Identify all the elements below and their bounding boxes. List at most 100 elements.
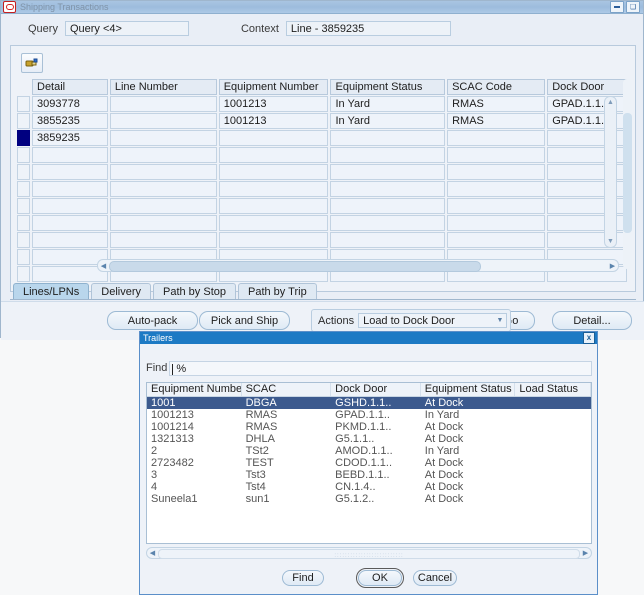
row-selector[interactable] xyxy=(17,249,30,265)
table-cell[interactable]: In Yard xyxy=(330,113,446,129)
row-selector[interactable] xyxy=(17,181,30,197)
tab-delivery[interactable]: Delivery xyxy=(91,283,151,300)
list-item[interactable]: 1001213 RMAS GPAD.1.1.. In Yard xyxy=(147,409,591,421)
row-selector[interactable] xyxy=(17,198,30,214)
dialog-scroll-left-icon[interactable]: ◀ xyxy=(147,548,158,558)
table-cell[interactable] xyxy=(32,198,108,214)
list-item[interactable]: 1321313 DHLA G5.1.1.. At Dock xyxy=(147,433,591,445)
scroll-down-icon[interactable]: ▼ xyxy=(605,236,616,247)
panel-scroll-thumb[interactable] xyxy=(623,113,632,233)
table-cell[interactable] xyxy=(218,164,329,180)
table-cell[interactable] xyxy=(109,164,217,180)
table-row[interactable] xyxy=(17,232,629,248)
tab-path-by-trip[interactable]: Path by Trip xyxy=(238,283,317,300)
table-cell[interactable] xyxy=(447,164,546,180)
row-selector[interactable] xyxy=(17,266,30,282)
list-item[interactable]: 1001 DBGA GSHD.1.1.. At Dock xyxy=(147,397,591,409)
table-cell[interactable]: 3855235 xyxy=(32,113,108,129)
row-selector[interactable] xyxy=(17,215,30,231)
table-cell[interactable] xyxy=(109,96,217,112)
list-item[interactable]: 2 TSt2 AMOD.1.1.. In Yard xyxy=(147,445,591,457)
list-item[interactable]: 4 Tst4 CN.1.4.. At Dock xyxy=(147,481,591,493)
table-cell[interactable] xyxy=(330,181,446,197)
row-selector[interactable] xyxy=(17,164,30,180)
trailers-list[interactable]: Equipment Number SCAC Dock Door Equipment S… xyxy=(146,382,592,544)
table-cell[interactable] xyxy=(447,147,546,163)
grid-column-header[interactable]: SCAC Code xyxy=(447,79,546,95)
find-input[interactable]: % xyxy=(169,360,592,376)
dialog-ok-button[interactable]: OK xyxy=(358,570,402,586)
table-cell[interactable] xyxy=(218,130,329,146)
grid-column-header[interactable]: Dock Door xyxy=(547,79,627,95)
table-cell[interactable]: RMAS xyxy=(447,96,546,112)
list-item[interactable]: Suneela1 sun1 G5.1.2.. At Dock xyxy=(147,493,591,505)
table-cell[interactable] xyxy=(218,232,329,248)
row-selector[interactable] xyxy=(17,232,30,248)
table-cell[interactable] xyxy=(330,232,446,248)
minimize-button[interactable] xyxy=(610,1,624,13)
table-cell[interactable] xyxy=(32,215,108,231)
trailers-column-header[interactable]: Dock Door xyxy=(331,383,421,396)
query-field[interactable]: Query <4> xyxy=(64,21,189,36)
table-cell[interactable] xyxy=(218,215,329,231)
trailers-column-header[interactable]: Equipment Status xyxy=(421,383,516,396)
grid-hscroll-thumb[interactable] xyxy=(109,261,481,272)
table-cell[interactable] xyxy=(109,198,217,214)
table-cell[interactable]: In Yard xyxy=(330,96,446,112)
table-row[interactable]: 3093778 1001213 In Yard RMAS GPAD.1.1.. xyxy=(17,96,629,112)
tab-path-by-stop[interactable]: Path by Stop xyxy=(153,283,236,300)
table-cell[interactable] xyxy=(330,164,446,180)
table-cell[interactable]: 1001213 xyxy=(218,96,329,112)
trailers-column-header[interactable]: Equipment Number xyxy=(147,383,242,396)
table-cell[interactable] xyxy=(32,147,108,163)
table-cell[interactable] xyxy=(447,215,546,231)
table-row[interactable] xyxy=(17,181,629,197)
scroll-left-icon[interactable]: ◀ xyxy=(98,260,109,271)
grid-column-header[interactable]: Equipment Number xyxy=(218,79,329,95)
dialog-find-button[interactable]: Find xyxy=(282,570,324,586)
grid-horizontal-scrollbar[interactable]: ◀ ▶ xyxy=(97,259,619,272)
table-cell[interactable] xyxy=(330,215,446,231)
dialog-horizontal-scrollbar[interactable]: ◀ :::::::::::::::::::::::::: ▶ xyxy=(146,547,592,559)
auto-pack-button[interactable]: Auto-pack xyxy=(107,311,198,330)
scroll-up-icon[interactable]: ▲ xyxy=(605,97,616,108)
table-cell[interactable] xyxy=(330,130,446,146)
table-cell[interactable] xyxy=(109,232,217,248)
flashlight-icon[interactable] xyxy=(21,53,43,73)
table-cell[interactable] xyxy=(109,215,217,231)
table-row[interactable] xyxy=(17,147,629,163)
actions-dropdown[interactable]: Load to Dock Door ▼ xyxy=(358,313,507,328)
list-item[interactable]: 1001214 RMAS PKMD.1.1.. At Dock xyxy=(147,421,591,433)
table-cell[interactable] xyxy=(32,232,108,248)
table-cell[interactable]: 3859235 xyxy=(32,130,108,146)
dialog-scroll-right-icon[interactable]: ▶ xyxy=(580,548,591,558)
table-row[interactable] xyxy=(17,164,629,180)
table-cell[interactable] xyxy=(447,181,546,197)
table-cell[interactable] xyxy=(109,181,217,197)
table-row[interactable]: 3859235 xyxy=(17,130,629,146)
table-row[interactable] xyxy=(17,198,629,214)
table-cell[interactable] xyxy=(109,147,217,163)
table-row[interactable] xyxy=(17,215,629,231)
grid-column-header[interactable]: Detail xyxy=(32,79,108,95)
grid-column-header[interactable]: Line Number xyxy=(109,79,217,95)
maximize-button[interactable]: ❏ xyxy=(626,1,640,13)
list-item[interactable]: 2723482 TEST CDOD.1.1.. At Dock xyxy=(147,457,591,469)
table-cell[interactable] xyxy=(447,130,546,146)
table-cell[interactable] xyxy=(447,198,546,214)
table-cell[interactable]: RMAS xyxy=(447,113,546,129)
table-cell[interactable] xyxy=(109,130,217,146)
row-selector[interactable] xyxy=(17,113,30,129)
table-cell[interactable] xyxy=(32,164,108,180)
table-cell[interactable] xyxy=(32,181,108,197)
detail-button[interactable]: Detail... xyxy=(552,311,632,330)
dialog-hscroll-thumb[interactable]: :::::::::::::::::::::::::: xyxy=(158,549,580,559)
list-item[interactable]: 3 Tst3 BEBD.1.1.. At Dock xyxy=(147,469,591,481)
table-cell[interactable] xyxy=(218,147,329,163)
close-icon[interactable]: x xyxy=(583,332,595,344)
table-cell[interactable]: 1001213 xyxy=(218,113,329,129)
grid-vertical-scrollbar[interactable]: ▲ ▼ xyxy=(604,96,617,248)
tab-lines-lpns[interactable]: Lines/LPNs xyxy=(13,283,90,300)
table-cell[interactable]: 3093778 xyxy=(32,96,108,112)
scroll-right-icon[interactable]: ▶ xyxy=(607,260,618,271)
